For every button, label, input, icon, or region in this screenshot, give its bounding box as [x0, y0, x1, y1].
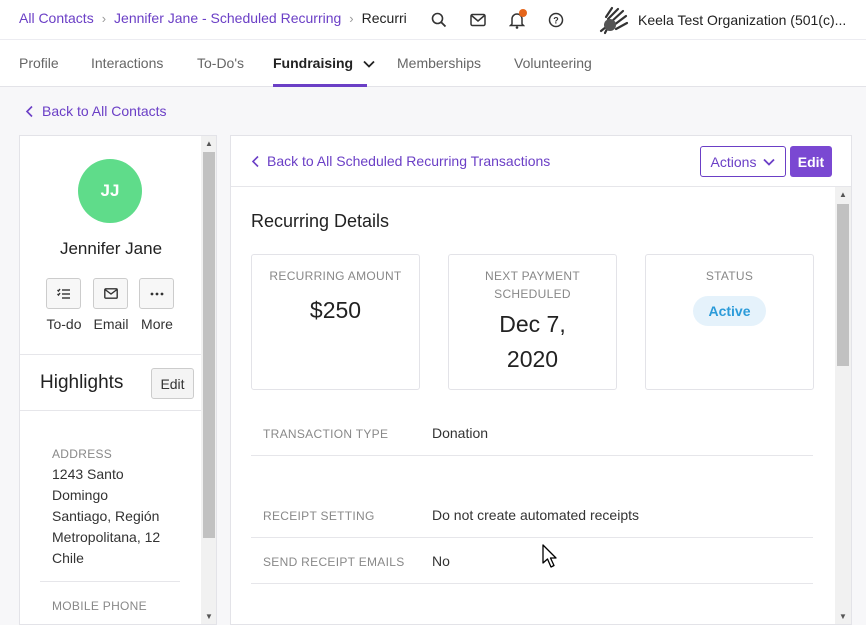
next-payment-value-line: 2020 — [506, 346, 559, 372]
chevron-down-icon — [363, 61, 375, 69]
status-card: STATUS Active — [645, 254, 814, 390]
highlights-edit-button[interactable]: Edit — [151, 368, 194, 399]
address-line: Metropolitana, 12 — [52, 529, 161, 545]
recurring-amount-card: RECURRING AMOUNT $250 — [251, 254, 420, 390]
quick-action-todo: To-do — [46, 278, 82, 332]
address-line: 1243 Santo — [52, 466, 124, 482]
scroll-down-icon[interactable]: ▼ — [205, 612, 213, 621]
mail-icon[interactable] — [467, 9, 489, 31]
next-payment-card: NEXT PAYMENT SCHEDULED Dec 7, 2020 — [448, 254, 617, 390]
tab-todos[interactable]: To-Do's — [197, 55, 244, 71]
help-icon[interactable]: ? — [545, 9, 567, 31]
mouse-pointer-icon — [542, 544, 557, 568]
active-tab-indicator — [273, 84, 367, 87]
back-to-recurring-link[interactable]: Back to All Scheduled Recurring Transact… — [251, 153, 550, 169]
top-bar: All Contacts › Jennifer Jane - Scheduled… — [0, 0, 866, 40]
tab-profile[interactable]: Profile — [19, 55, 59, 71]
status-label: STATUS — [705, 269, 754, 283]
transaction-type-value: Donation — [432, 425, 489, 441]
address-line: Domingo — [52, 487, 109, 503]
address-label: ADDRESS — [52, 447, 113, 461]
breadcrumb-current: Recurring Transaction — [361, 10, 406, 26]
tab-memberships[interactable]: Memberships — [397, 55, 481, 71]
todo-list-icon — [56, 288, 70, 299]
breadcrumb-separator-icon: › — [101, 10, 107, 26]
edit-button[interactable]: Edit — [790, 146, 832, 177]
divider — [20, 410, 202, 411]
send-receipt-emails-label: SEND RECEIPT EMAILS — [263, 555, 405, 569]
status-badge: Active — [693, 296, 766, 326]
panel-header: Back to All Scheduled Recurring Transact… — [231, 136, 851, 187]
next-payment-value-line: Dec 7, — [499, 311, 566, 337]
sidebar-scrollbar-thumb[interactable] — [203, 152, 215, 538]
next-payment-label-line: NEXT PAYMENT — [485, 269, 580, 283]
highlights-title: Highlights — [40, 372, 124, 393]
contact-sidebar: JJ Jennifer Jane To-do Email More Highli… — [19, 135, 217, 625]
recurring-details-panel: Back to All Scheduled Recurring Transact… — [230, 135, 852, 625]
sidebar-scrollbar[interactable]: ▲ ▼ — [201, 136, 216, 624]
panel-scrollbar[interactable]: ▲ ▼ — [835, 187, 851, 624]
address-line: Santiago, Región — [52, 508, 160, 524]
chevron-down-icon — [763, 158, 776, 166]
send-receipt-emails-row: SEND RECEIPT EMAILS No — [251, 538, 813, 584]
back-to-contacts-label: Back to All Contacts — [42, 103, 167, 119]
chevron-left-icon — [251, 155, 259, 167]
divider — [20, 354, 202, 355]
transaction-type-label: TRANSACTION TYPE — [263, 427, 389, 441]
panel-scrollbar-thumb[interactable] — [837, 204, 849, 366]
search-icon[interactable] — [428, 9, 450, 31]
contact-tabs: Profile Interactions To-Do's Fundraising… — [0, 40, 866, 87]
next-payment-label-line: SCHEDULED — [494, 287, 571, 301]
send-receipt-emails-value: No — [432, 553, 450, 569]
tab-fundraising[interactable]: Fundraising — [273, 55, 375, 71]
avatar: JJ — [78, 159, 142, 223]
header-icons: ? — [428, 9, 584, 31]
actions-label: Actions — [710, 153, 757, 170]
email-button[interactable] — [93, 278, 128, 309]
address-line: Chile — [52, 550, 84, 566]
quick-action-more: More — [139, 278, 175, 332]
quick-action-email: Email — [93, 278, 129, 332]
recurring-amount-value: $250 — [309, 297, 362, 323]
bell-icon[interactable] — [506, 9, 528, 31]
email-icon — [103, 288, 118, 299]
chevron-left-icon — [25, 105, 33, 117]
more-button[interactable] — [139, 278, 174, 309]
tab-volunteering[interactable]: Volunteering — [514, 55, 592, 71]
org-switcher[interactable]: Keela Test Organization (501(c)... — [598, 5, 846, 35]
recurring-amount-label: RECURRING AMOUNT — [269, 269, 402, 283]
scroll-up-icon[interactable]: ▲ — [839, 190, 847, 199]
tab-fundraising-label: Fundraising — [273, 55, 354, 71]
contact-name: Jennifer Jane — [59, 239, 163, 258]
recurring-details-title: Recurring Details — [251, 211, 390, 231]
more-label: More — [141, 316, 173, 332]
back-to-contacts-link[interactable]: Back to All Contacts — [25, 103, 167, 119]
svg-text:?: ? — [553, 16, 559, 26]
tab-interactions[interactable]: Interactions — [91, 55, 163, 71]
org-logo-icon — [599, 6, 629, 35]
divider — [40, 581, 180, 582]
address-value: 1243 Santo Domingo Santiago, Región Metr… — [52, 464, 182, 569]
back-to-recurring-label: Back to All Scheduled Recurring Transact… — [267, 153, 551, 169]
transaction-type-row: TRANSACTION TYPE Donation — [251, 419, 813, 456]
mobile-phone-label: MOBILE PHONE — [52, 599, 147, 613]
todo-button[interactable] — [46, 278, 81, 309]
receipt-setting-row: RECEIPT SETTING Do not create automated … — [251, 456, 813, 538]
breadcrumb-separator-icon: › — [349, 10, 354, 26]
scroll-down-icon[interactable]: ▼ — [839, 612, 847, 621]
breadcrumb-all-contacts[interactable]: All Contacts — [19, 10, 94, 26]
breadcrumb: All Contacts › Jennifer Jane - Scheduled… — [19, 10, 406, 26]
notification-dot — [519, 9, 527, 17]
org-name: Keela Test Organization (501(c)... — [638, 12, 847, 28]
more-icon — [150, 292, 163, 295]
receipt-setting-label: RECEIPT SETTING — [263, 509, 375, 523]
receipt-setting-value: Do not create automated receipts — [432, 507, 640, 523]
next-payment-value: Dec 7, 2020 — [449, 307, 616, 377]
actions-dropdown[interactable]: Actions — [700, 146, 786, 177]
next-payment-label: NEXT PAYMENT SCHEDULED — [449, 267, 616, 303]
scroll-up-icon[interactable]: ▲ — [205, 139, 213, 148]
breadcrumb-scheduled-recurring[interactable]: Jennifer Jane - Scheduled Recurring — [114, 10, 341, 26]
